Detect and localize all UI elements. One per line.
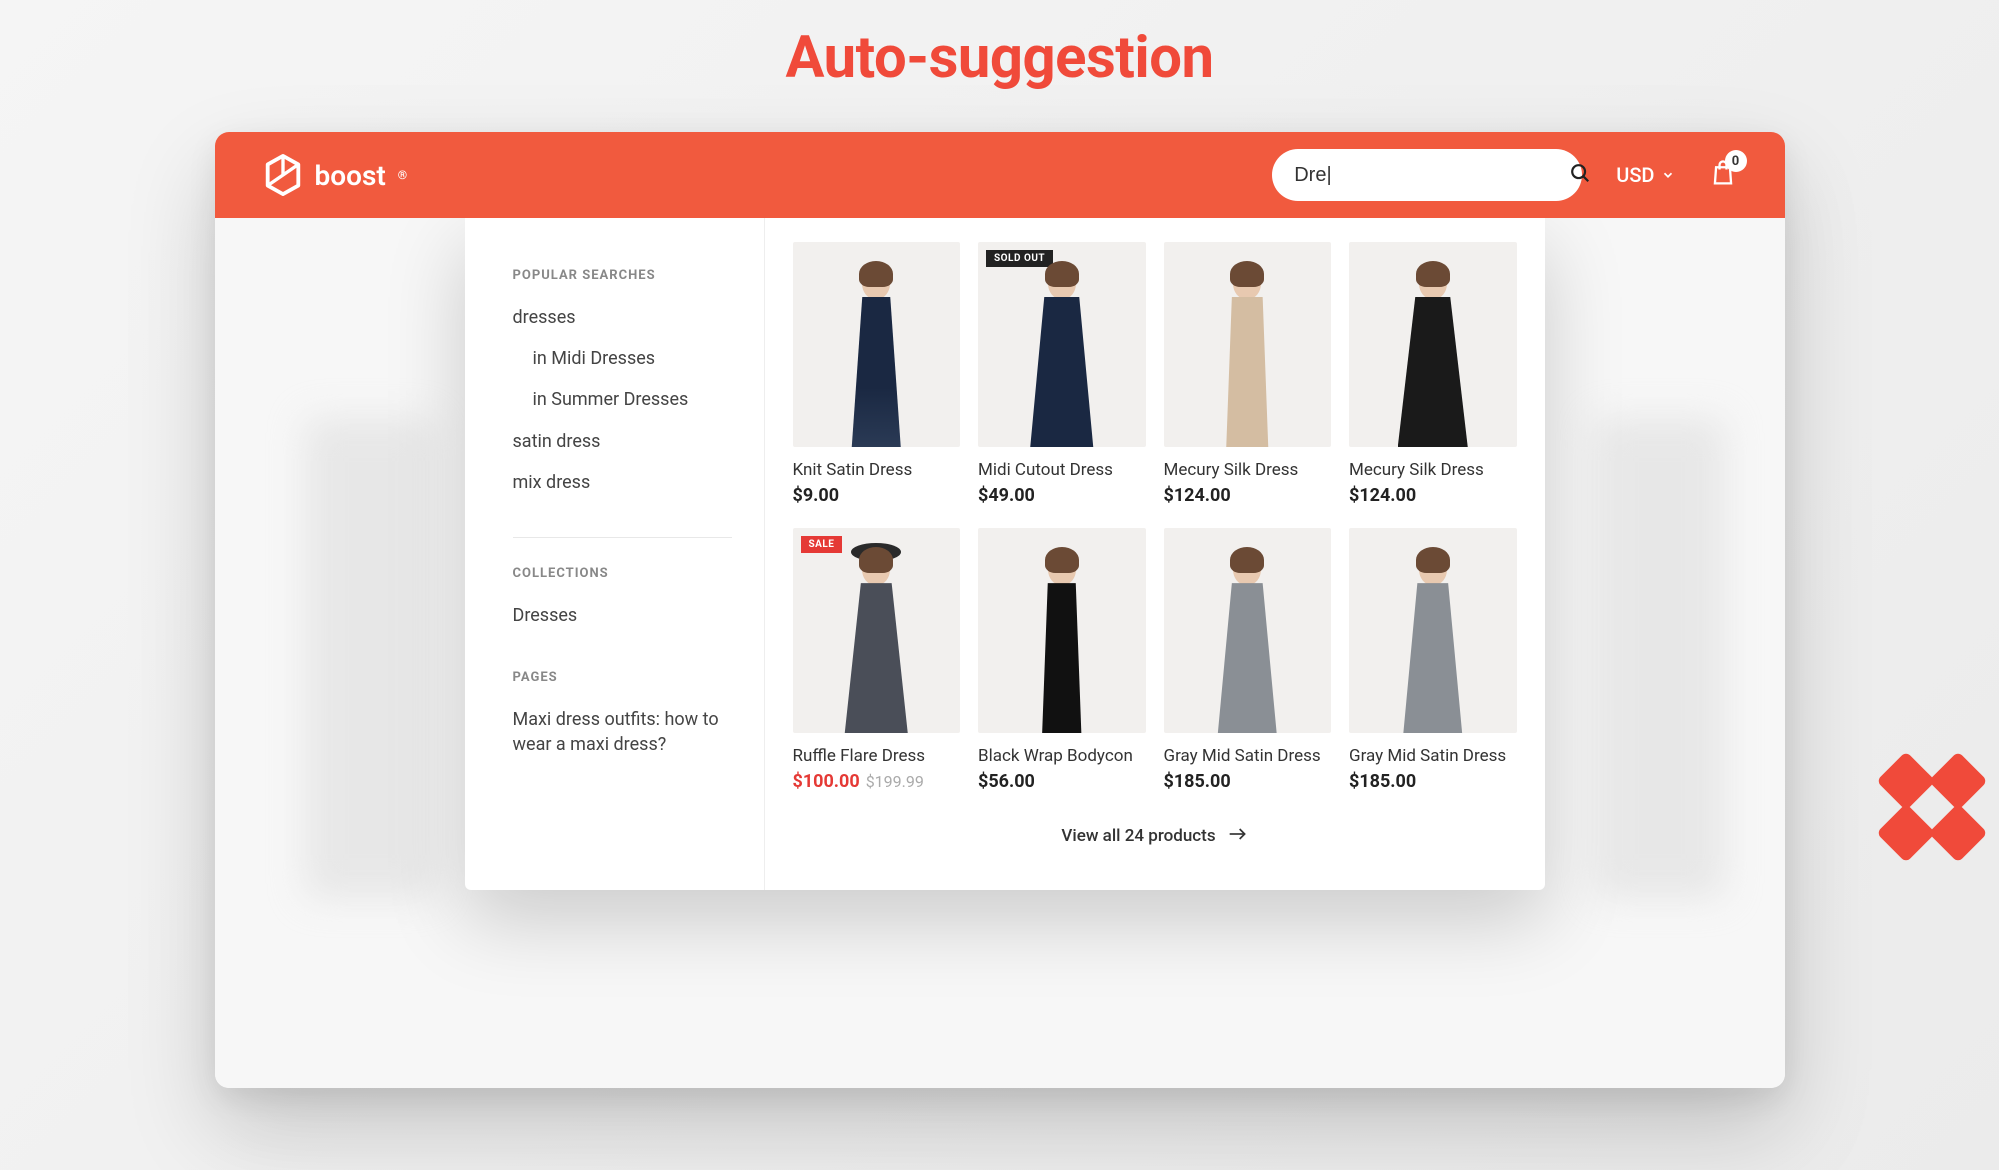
product-image	[1164, 528, 1332, 733]
collection-item[interactable]: Dresses	[513, 595, 732, 636]
decorative-diamonds	[1885, 760, 1979, 854]
search-field[interactable]	[1272, 149, 1582, 201]
brand-logo[interactable]: boost ®	[263, 153, 408, 197]
popular-search-item[interactable]: in Midi Dresses	[513, 338, 732, 379]
collections-section: COLLECTIONS Dresses	[513, 566, 732, 636]
product-price: $124.00	[1349, 485, 1517, 506]
pages-heading: PAGES	[513, 670, 732, 685]
product-price: $124.00	[1164, 485, 1332, 506]
view-all-label: View all 24 products	[1061, 826, 1215, 846]
product-image	[1164, 242, 1332, 447]
search-input[interactable]	[1294, 164, 1559, 187]
suggestion-products: Knit Satin Dress $9.00 SOLD OUT Midi Cutout…	[765, 218, 1545, 890]
product-image	[1349, 528, 1517, 733]
product-price: $100.00$199.99	[793, 771, 961, 792]
brand-name: boost	[315, 159, 386, 192]
arrow-right-icon	[1228, 826, 1248, 846]
popular-searches-heading: POPULAR SEARCHES	[513, 268, 732, 283]
product-price: $49.00	[978, 485, 1146, 506]
product-price: $185.00	[1349, 771, 1517, 792]
cart-count-badge: 0	[1725, 150, 1747, 172]
divider	[513, 537, 732, 538]
app-window: boost ® USD 0	[215, 132, 1785, 1088]
product-image	[793, 242, 961, 447]
page-item[interactable]: Maxi dress outfits: how to wear a maxi d…	[513, 699, 732, 765]
header-bar: boost ® USD 0	[215, 132, 1785, 218]
search-icon[interactable]	[1569, 162, 1591, 188]
popular-search-item[interactable]: dresses	[513, 297, 732, 338]
autosuggestion-dropdown: POPULAR SEARCHES dressesin Midi Dressesi…	[465, 218, 1545, 890]
currency-label: USD	[1616, 163, 1654, 187]
product-price: $56.00	[978, 771, 1146, 792]
currency-selector[interactable]: USD	[1616, 163, 1674, 187]
product-price: $9.00	[793, 485, 961, 506]
background-blur	[1595, 418, 1725, 898]
product-title: Black Wrap Bodycon	[978, 745, 1146, 767]
product-card[interactable]: Knit Satin Dress $9.00	[793, 242, 961, 506]
logo-icon	[263, 153, 303, 197]
product-title: Knit Satin Dress	[793, 459, 961, 481]
popular-search-item[interactable]: in Summer Dresses	[513, 379, 732, 420]
product-card[interactable]: Mecury Silk Dress $124.00	[1349, 242, 1517, 506]
popular-search-item[interactable]: mix dress	[513, 462, 732, 503]
suggestion-sidebar: POPULAR SEARCHES dressesin Midi Dressesi…	[465, 218, 765, 890]
product-title: Gray Mid Satin Dress	[1164, 745, 1332, 767]
product-title: Gray Mid Satin Dress	[1349, 745, 1517, 767]
view-all-link[interactable]: View all 24 products	[793, 792, 1517, 870]
collections-heading: COLLECTIONS	[513, 566, 732, 581]
product-image: SOLD OUT	[978, 242, 1146, 447]
page-body: POPULAR SEARCHES dressesin Midi Dressesi…	[215, 218, 1785, 1088]
pages-section: PAGES Maxi dress outfits: how to wear a …	[513, 670, 732, 765]
product-card[interactable]: SALE Ruffle Flare Dress $100.00$199.99	[793, 528, 961, 792]
product-image	[978, 528, 1146, 733]
product-image	[1349, 242, 1517, 447]
page-heading: Auto-suggestion	[0, 0, 1999, 92]
product-card[interactable]: Gray Mid Satin Dress $185.00	[1164, 528, 1332, 792]
product-old-price: $199.99	[866, 772, 924, 791]
product-title: Midi Cutout Dress	[978, 459, 1146, 481]
product-card[interactable]: Gray Mid Satin Dress $185.00	[1349, 528, 1517, 792]
product-card[interactable]: SOLD OUT Midi Cutout Dress $49.00	[978, 242, 1146, 506]
product-price: $185.00	[1164, 771, 1332, 792]
product-card[interactable]: Black Wrap Bodycon $56.00	[978, 528, 1146, 792]
product-image: SALE	[793, 528, 961, 733]
product-card[interactable]: Mecury Silk Dress $124.00	[1164, 242, 1332, 506]
product-title: Ruffle Flare Dress	[793, 745, 961, 767]
chevron-down-icon	[1661, 163, 1675, 187]
cart-button[interactable]: 0	[1709, 158, 1737, 192]
popular-search-item[interactable]: satin dress	[513, 421, 732, 462]
product-title: Mecury Silk Dress	[1164, 459, 1332, 481]
product-title: Mecury Silk Dress	[1349, 459, 1517, 481]
background-blur	[305, 418, 435, 898]
popular-searches-section: POPULAR SEARCHES dressesin Midi Dressesi…	[513, 268, 732, 503]
brand-mark: ®	[398, 168, 407, 182]
